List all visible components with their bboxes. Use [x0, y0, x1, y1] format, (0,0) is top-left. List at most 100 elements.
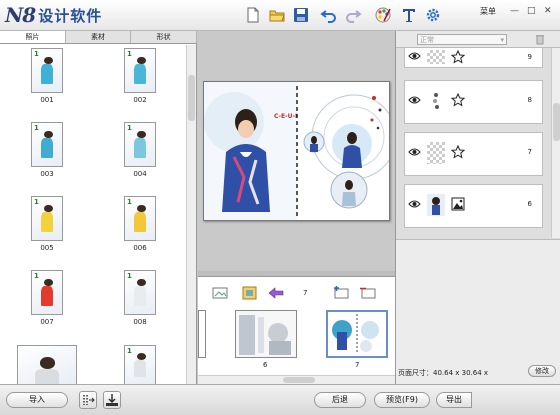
save-icon[interactable] — [292, 6, 310, 24]
photo-thumbnail[interactable]: 1 — [124, 122, 156, 167]
photo-thumbnail[interactable]: 1 — [124, 48, 156, 93]
photo-label: 006 — [133, 244, 147, 252]
layer-thumbnail — [427, 90, 445, 112]
maximize-icon[interactable]: □ — [527, 6, 536, 16]
blend-mode-select[interactable]: 正常 ▾ — [417, 34, 507, 45]
undo-icon[interactable] — [320, 6, 338, 24]
photo-thumbnail[interactable]: 1 — [31, 122, 63, 167]
menu-button[interactable]: 菜单 — [480, 6, 496, 17]
number-badge: 1 — [127, 50, 132, 58]
photo-label: 002 — [133, 96, 147, 104]
page-number: 7 — [355, 361, 360, 369]
photo-library-panel: 照片 素材 形状 1 001 1 002 1 003 1 004 1 005 1… — [0, 31, 198, 384]
page-strip-panel: 7 6 7 — [198, 276, 395, 384]
star-shape-icon — [450, 92, 466, 107]
layer-number: 8 — [527, 96, 532, 104]
photo-thumbnail[interactable]: 1 — [31, 48, 63, 93]
trash-icon[interactable] — [534, 33, 546, 45]
new-page-icon[interactable] — [244, 6, 262, 24]
scrollbar-thumb[interactable] — [553, 103, 560, 141]
layer-row[interactable]: 7 — [404, 132, 543, 176]
app-title: 设计软件 — [38, 6, 103, 25]
app-logo: N8 设计软件 — [5, 3, 102, 27]
layer-thumbnail — [427, 50, 445, 64]
open-folder-icon[interactable] — [268, 6, 286, 24]
photo-thumbnail[interactable]: 1 — [124, 345, 156, 384]
canvas-decor-text: C-E-U-H — [274, 113, 300, 120]
photo-label: 005 — [40, 244, 54, 252]
blend-mode-value: 正常 — [420, 36, 434, 44]
number-badge: 1 — [34, 198, 39, 206]
eye-icon[interactable] — [408, 199, 421, 209]
page-strip-scrollbar[interactable] — [198, 375, 395, 384]
download-tray-icon[interactable] — [103, 391, 121, 409]
tab-shapes[interactable]: 形状 — [131, 31, 198, 43]
photo-thumbnail[interactable]: 1 — [124, 196, 156, 241]
layer-row[interactable]: 9 — [404, 48, 543, 68]
layers-panel: 正常 ▾ 9 8 7 6 — [395, 31, 560, 384]
minimize-icon[interactable]: — — [510, 6, 519, 16]
delete-page-icon[interactable] — [359, 286, 377, 300]
arrange-icon[interactable] — [79, 391, 97, 409]
number-badge: 1 — [127, 347, 132, 355]
tab-materials[interactable]: 素材 — [66, 31, 132, 43]
modify-button[interactable]: 修改 — [528, 365, 556, 377]
color-palette-icon[interactable] — [374, 6, 392, 24]
page-thumbnail-partial[interactable] — [198, 310, 206, 358]
close-icon[interactable]: ✕ — [544, 6, 552, 16]
eye-icon[interactable] — [408, 51, 421, 61]
tab-photos[interactable]: 照片 — [0, 31, 66, 43]
redo-icon[interactable] — [344, 6, 362, 24]
template-icon[interactable] — [241, 286, 259, 300]
photo-thumbnail[interactable]: 1 — [124, 270, 156, 315]
photo-label: 001 — [40, 96, 54, 104]
import-button[interactable]: 导入 — [6, 392, 68, 408]
export-button[interactable]: 导出 — [436, 392, 472, 408]
layers-toolbar: 正常 ▾ — [396, 31, 560, 48]
page-thumbnail[interactable] — [235, 310, 297, 358]
settings-gear-icon[interactable] — [424, 6, 442, 24]
number-badge: 1 — [34, 124, 39, 132]
chevron-down-icon: ▾ — [500, 36, 504, 44]
layer-properties-area — [396, 239, 560, 384]
library-tabs: 照片 素材 形状 — [0, 31, 198, 44]
photo-label: 003 — [40, 170, 54, 178]
bottom-toolbar: 导入 后退 预览(F9) 导出 — [0, 384, 560, 415]
scrollbar-thumb[interactable] — [188, 75, 195, 121]
album-canvas[interactable]: C-E-U-H — [203, 81, 390, 221]
image-layer-icon — [451, 197, 465, 211]
move-page-left-icon[interactable] — [267, 286, 285, 300]
number-badge: 1 — [34, 50, 39, 58]
preview-button[interactable]: 预览(F9) — [374, 392, 430, 408]
page-thumbnail-selected[interactable] — [326, 310, 388, 358]
layer-row[interactable]: 6 — [404, 184, 543, 228]
scrollbar-thumb[interactable] — [283, 377, 315, 383]
eye-icon[interactable] — [408, 147, 421, 157]
layer-number: 7 — [527, 148, 532, 156]
page-count: 7 — [303, 289, 308, 297]
photo-thumbnail[interactable]: 1 — [31, 196, 63, 241]
star-shape-icon — [450, 144, 466, 159]
layer-thumbnail — [427, 194, 445, 216]
eye-icon[interactable] — [408, 95, 421, 105]
number-badge: 1 — [127, 272, 132, 280]
photo-thumbnail[interactable]: 1 — [31, 270, 63, 315]
add-page-icon[interactable] — [332, 286, 350, 300]
album-spread: C-E-U-H — [204, 82, 389, 220]
number-badge: 1 — [127, 198, 132, 206]
layers-scrollbar[interactable] — [551, 48, 560, 238]
photo-label: 008 — [133, 318, 147, 326]
layer-row[interactable]: 8 — [404, 80, 543, 124]
text-tool-icon[interactable] — [400, 6, 418, 24]
back-button[interactable]: 后退 — [314, 392, 366, 408]
page-size-label: 页面尺寸：40.64 x 30.64 x — [398, 369, 489, 377]
photo-thumbnail[interactable] — [17, 345, 77, 384]
layer-number: 9 — [527, 53, 532, 61]
logo-mark: N8 — [5, 3, 36, 27]
layer-thumbnail — [427, 142, 445, 164]
title-bar: N8 设计软件 菜单 — □ ✕ — [0, 0, 560, 31]
insert-photo-icon[interactable] — [212, 286, 230, 300]
layer-number: 6 — [527, 200, 532, 208]
star-shape-icon — [450, 49, 466, 64]
photo-grid-scrollbar[interactable] — [186, 45, 196, 384]
